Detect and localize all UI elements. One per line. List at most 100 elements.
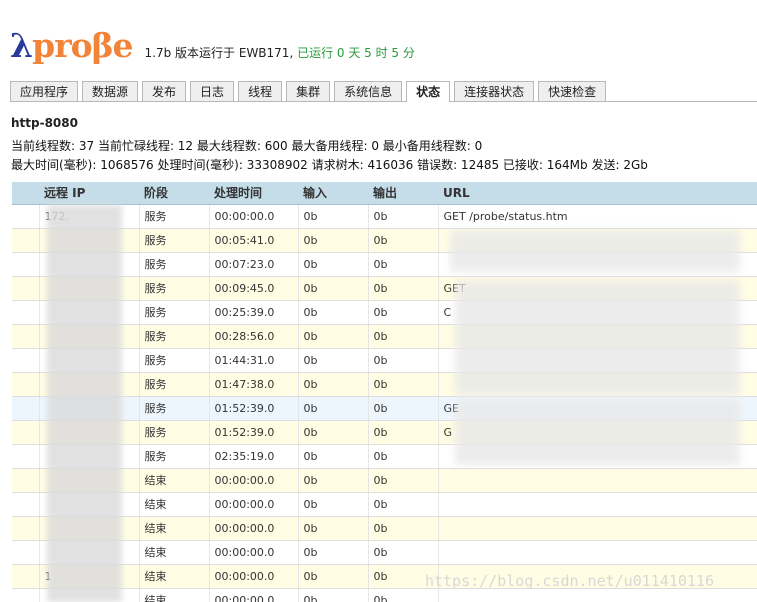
- table-cell: 0b: [298, 492, 369, 517]
- table-cell: 0b: [368, 516, 439, 541]
- table-cell: 00:00:00.0: [209, 564, 299, 589]
- table-cell: 02:35:19.0: [209, 444, 299, 469]
- table-cell: 0b: [298, 300, 369, 325]
- table-cell: 01:47:38.0: [209, 372, 299, 397]
- table-header-row: 远程 IP 阶段 处理时间 输入 输出 URL: [12, 182, 757, 205]
- table-cell: 01:52:39.0: [209, 396, 299, 421]
- table-cell: 0b: [298, 420, 369, 445]
- table-cell: 00:28:56.0: [209, 324, 299, 349]
- table-row[interactable]: 结束 00:00:00.0 0b 0b: [12, 492, 757, 517]
- table-cell: [12, 492, 40, 517]
- table-cell: [12, 324, 40, 349]
- table-cell: 0b: [368, 300, 439, 325]
- table-cell: 01:52:39.0: [209, 420, 299, 445]
- table-cell: 0b: [368, 252, 439, 277]
- table-cell: [12, 420, 40, 445]
- table-cell: [12, 276, 40, 301]
- table-cell: 0b: [368, 372, 439, 397]
- table-cell: 0b: [368, 324, 439, 349]
- table-cell: 0b: [298, 564, 369, 589]
- version-text: 1.7b 版本运行于 EWB171,: [144, 46, 294, 60]
- table-cell: 00:05:41.0: [209, 228, 299, 253]
- table-cell: [12, 564, 40, 589]
- table-row[interactable]: 结束 00:00:00.0 0b 0b: [12, 468, 757, 493]
- table-cell: 服务: [139, 300, 210, 325]
- tab-1[interactable]: 应用程序: [10, 81, 79, 101]
- table-cell: 00:00:00.0: [209, 492, 299, 517]
- column-header-2[interactable]: 阶段: [139, 182, 209, 205]
- uptime-text: 已运行 0 天 5 时 5 分: [297, 46, 415, 60]
- tab-6[interactable]: 集群: [286, 81, 331, 101]
- table-cell: 01:44:31.0: [209, 348, 299, 373]
- column-header-3[interactable]: 处理时间: [209, 182, 298, 205]
- table-cell: [12, 204, 40, 229]
- table-row[interactable]: 结束 00:00:00.0 0b 0b: [12, 588, 757, 602]
- table-cell: 结束: [139, 492, 210, 517]
- table-row[interactable]: 结束 00:00:00.0 0b 0b: [12, 516, 757, 541]
- probe-logo[interactable]: λproβe: [10, 28, 134, 64]
- table-cell: 00:25:39.0: [209, 300, 299, 325]
- table-cell: 结束: [139, 564, 210, 589]
- table-cell: 0b: [368, 228, 439, 253]
- tab-9[interactable]: 连接器状态: [454, 81, 535, 101]
- watermark-text: https://blog.csdn.net/u011410116: [425, 572, 714, 590]
- table-cell: [438, 516, 757, 541]
- table-cell: [12, 396, 40, 421]
- table-cell: 结束: [139, 516, 210, 541]
- table-cell: [12, 372, 40, 397]
- table-cell: 00:00:00.0: [209, 204, 299, 229]
- column-header-0: [12, 182, 39, 205]
- table-cell: 0b: [368, 588, 439, 602]
- column-header-6[interactable]: URL: [438, 182, 757, 205]
- table-cell: 0b: [298, 588, 369, 602]
- table-cell: [12, 468, 40, 493]
- table-cell: 结束: [139, 588, 210, 602]
- table-cell: 0b: [368, 396, 439, 421]
- app-header: λproβe 1.7b 版本运行于 EWB171, 已运行 0 天 5 时 5 …: [10, 24, 415, 64]
- table-cell: 服务: [139, 204, 210, 229]
- table-cell: 00:07:23.0: [209, 252, 299, 277]
- table-cell: [12, 444, 40, 469]
- table-cell: 0b: [368, 540, 439, 565]
- table-cell: [12, 540, 40, 565]
- table-cell: 结束: [139, 540, 210, 565]
- table-cell: 服务: [139, 348, 210, 373]
- table-cell: 0b: [368, 276, 439, 301]
- table-cell: 0b: [298, 372, 369, 397]
- redaction-url-blur-2: [455, 280, 740, 395]
- tab-2[interactable]: 数据源: [82, 81, 139, 101]
- table-cell: 服务: [139, 276, 210, 301]
- table-cell: 00:00:00.0: [209, 468, 299, 493]
- version-info: 1.7b 版本运行于 EWB171, 已运行 0 天 5 时 5 分: [145, 44, 415, 61]
- column-header-5[interactable]: 输出: [368, 182, 438, 205]
- table-row[interactable]: 结束 00:00:00.0 0b 0b: [12, 540, 757, 565]
- thread-stats: 当前线程数: 37 当前忙碌线程: 12 最大线程数: 600 最大备用线程: …: [11, 139, 483, 153]
- request-stats: 最大时间(毫秒): 1068576 处理时间(毫秒): 33308902 请求树…: [11, 158, 648, 172]
- table-cell: 0b: [368, 420, 439, 445]
- table-cell: 服务: [139, 396, 210, 421]
- tab-10[interactable]: 快速检查: [538, 81, 607, 101]
- table-row[interactable]: 172.服务00:00:00.00b0bGET /probe/status.ht…: [12, 204, 757, 229]
- column-header-4[interactable]: 输入: [298, 182, 368, 205]
- redaction-url-blur-3: [455, 400, 740, 465]
- table-cell: 0b: [298, 276, 369, 301]
- table-cell: 0b: [368, 492, 439, 517]
- redaction-ip-blur: [47, 205, 122, 602]
- table-cell: [12, 588, 40, 602]
- table-cell: 0b: [298, 348, 369, 373]
- tab-4[interactable]: 日志: [190, 81, 235, 101]
- table-cell: 00:00:00.0: [209, 588, 299, 602]
- tab-8[interactable]: 状态: [406, 81, 451, 102]
- table-cell: 0b: [368, 204, 439, 229]
- connector-title: http-8080: [11, 116, 78, 130]
- table-cell: [438, 588, 757, 602]
- table-cell: 0b: [298, 468, 369, 493]
- column-header-1[interactable]: 远程 IP: [39, 182, 139, 205]
- table-cell: 服务: [139, 372, 210, 397]
- tab-7[interactable]: 系统信息: [334, 81, 403, 101]
- tab-5[interactable]: 线程: [238, 81, 283, 101]
- table-cell: 0b: [298, 444, 369, 469]
- main-tab-bar: 应用程序 数据源 发布 日志 线程 集群 系统信息 状态 连接器状态 快速检查: [10, 81, 757, 102]
- tab-3[interactable]: 发布: [142, 81, 187, 101]
- table-cell: 服务: [139, 324, 210, 349]
